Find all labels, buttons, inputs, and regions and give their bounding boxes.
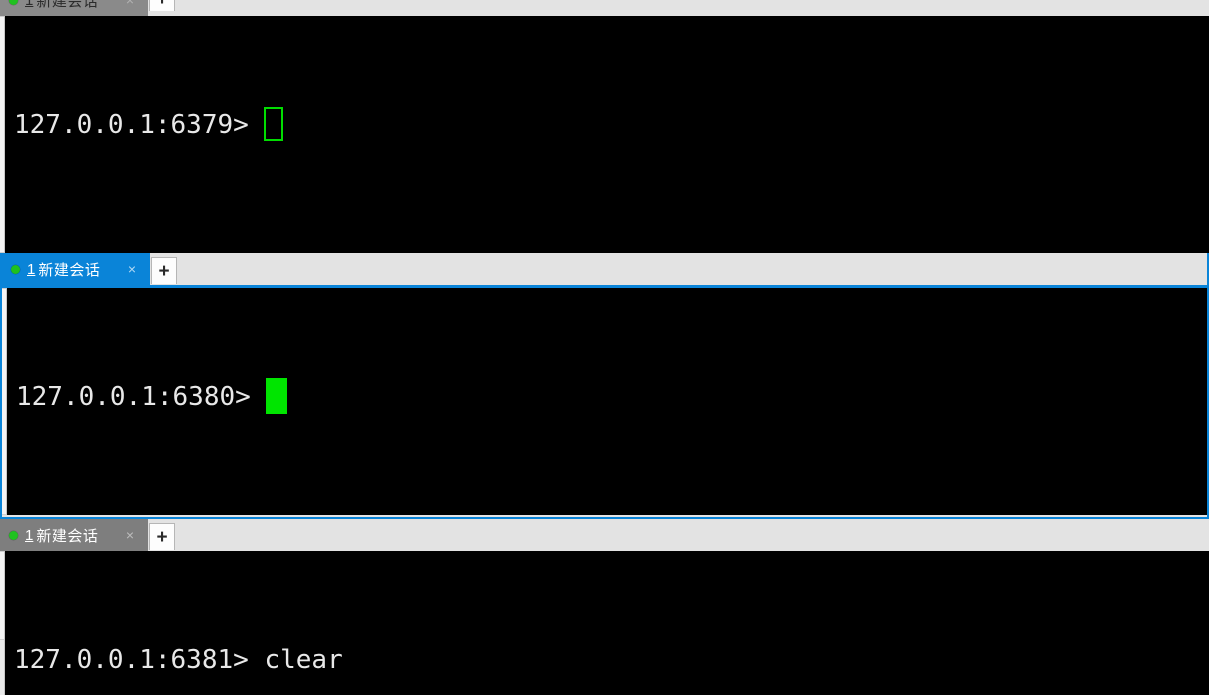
tab-item-6379[interactable]: 1 新建会话 × (0, 0, 148, 16)
tab-index-label: 1 (27, 260, 36, 278)
close-icon[interactable]: × (112, 528, 144, 542)
terminal-line: 127.0.0.1:6379> (14, 104, 1209, 146)
session-active-dot (9, 530, 18, 540)
tab-title-label: 新建会话 (36, 0, 99, 10)
session-active-dot (9, 0, 18, 5)
close-icon[interactable]: × (112, 0, 144, 7)
terminal-area-6379[interactable]: 127.0.0.1:6379> (0, 16, 1209, 253)
tab-title-label: 新建会话 (36, 527, 99, 545)
terminal-output-6380[interactable]: 127.0.0.1:6380> (7, 288, 1207, 515)
terminal-prompt-text: 127.0.0.1:6380> (16, 382, 267, 412)
session-active-dot (11, 264, 20, 274)
session-panel-6379[interactable]: 1 新建会话 × + 127.0.0.1:6379> (0, 0, 1209, 253)
terminal-output-6381[interactable]: 127.0.0.1:6381> clear 127.0.0.1:6381> (5, 551, 1209, 695)
tab-bar-6381: 1 新建会话 × + (0, 519, 1209, 551)
scrollbar-thumb[interactable] (2, 288, 6, 515)
terminal-cursor (264, 107, 284, 141)
tab-item-6381[interactable]: 1 新建会话 × (0, 519, 148, 551)
terminal-cursor (266, 378, 288, 414)
terminal-line: 127.0.0.1:6380> (16, 376, 1207, 418)
tab-bar-6379: 1 新建会话 × + (0, 0, 1209, 16)
tab-bar-6380: 1 新建会话 × + (2, 253, 1207, 288)
terminal-output-6379[interactable]: 127.0.0.1:6379> (5, 16, 1209, 253)
tab-title-label: 新建会话 (38, 261, 101, 279)
terminal-area-6381[interactable]: 127.0.0.1:6381> clear 127.0.0.1:6381> (0, 551, 1209, 695)
terminal-prompt-text: 127.0.0.1:6379> (14, 110, 265, 140)
terminal-area-6380[interactable]: 127.0.0.1:6380> (2, 288, 1207, 515)
terminal-line: 127.0.0.1:6381> clear (14, 639, 1209, 681)
tab-index-label: 1 (25, 0, 34, 9)
tab-index-label: 1 (25, 526, 34, 544)
new-tab-button[interactable]: + (151, 257, 177, 284)
new-tab-button[interactable]: + (149, 0, 175, 11)
session-panel-6380[interactable]: 1 新建会话 × + 127.0.0.1:6380> (0, 253, 1209, 519)
session-panel-6381[interactable]: 1 新建会话 × + 127.0.0.1:6381> clear 127.0.0… (0, 519, 1209, 695)
scrollbar-thumb[interactable] (0, 16, 4, 253)
terminal-command-text: 127.0.0.1:6381> clear (14, 645, 343, 675)
tab-item-6380[interactable]: 1 新建会话 × (2, 253, 150, 285)
new-tab-button[interactable]: + (149, 523, 175, 550)
scrollbar-thumb[interactable] (0, 551, 4, 641)
close-icon[interactable]: × (114, 262, 146, 276)
terminal-multiplexer-window: 1 新建会话 × + 127.0.0.1:6379> 1 新建会话 × + (0, 0, 1209, 695)
